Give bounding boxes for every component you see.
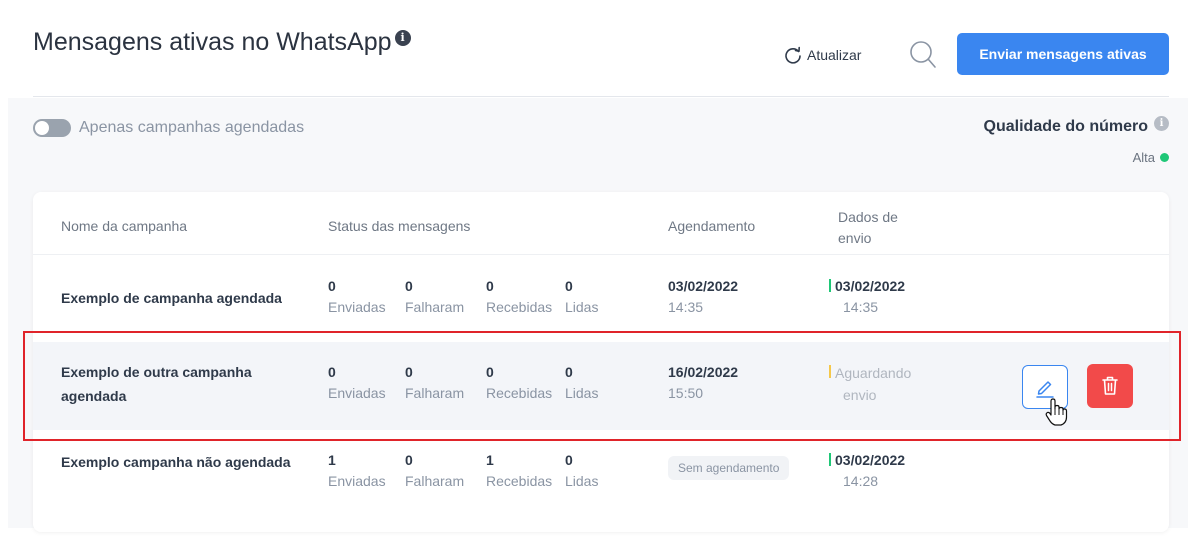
stat-read: 0 Lidas (565, 450, 598, 492)
send-data-cell: 03/02/2022 14:35 (829, 276, 905, 318)
stat-received: 0 Recebidas (486, 276, 552, 318)
send-active-messages-button[interactable]: Enviar mensagens ativas (957, 33, 1169, 75)
stat-received-label: Recebidas (486, 299, 553, 315)
table-header-divider (33, 254, 1169, 255)
search-button[interactable] (909, 40, 937, 75)
header-send-data-line1: Dados de (838, 209, 898, 225)
schedule-time: 14:35 (668, 299, 704, 315)
scheduled-only-toggle[interactable]: Apenas campanhas agendadas (33, 119, 304, 137)
header-status: Status das mensagens (328, 218, 471, 234)
page-title: Mensagens ativas no WhatsApp i (33, 28, 411, 57)
quality-info-icon[interactable]: i (1154, 115, 1169, 131)
send-date: 03/02/2022 (835, 452, 906, 468)
number-quality: Qualidade do número i (983, 115, 1169, 136)
stat-read: 0 Lidas (565, 276, 598, 318)
status-bar (829, 453, 831, 466)
stat-read-label: Lidas (565, 299, 599, 315)
status-bar (829, 279, 831, 292)
send-data-cell: 03/02/2022 14:28 (829, 450, 905, 492)
stat-received-count: 1 (486, 452, 494, 468)
no-schedule-badge: Sem agendamento (668, 456, 790, 480)
stat-sent: 0 Enviadas (328, 276, 386, 318)
hand-cursor-icon (1044, 397, 1068, 432)
stat-sent-count: 1 (328, 452, 336, 468)
page: Mensagens ativas no WhatsApp i Atualizar… (0, 0, 1193, 551)
table-row[interactable]: Exemplo campanha não agendada 1 Enviadas … (33, 440, 1169, 520)
send-time: 14:28 (843, 473, 879, 489)
stat-sent: 1 Enviadas (328, 450, 386, 492)
quality-value: Alta (1133, 150, 1169, 165)
stat-sent-label: Enviadas (328, 299, 386, 315)
stat-failed: 0 Falharam (405, 450, 464, 492)
header-send-data: Dados de envio (838, 207, 898, 249)
stat-failed-count: 0 (405, 452, 413, 468)
stat-read-count: 0 (565, 278, 573, 294)
toggle-label: Apenas campanhas agendadas (79, 119, 305, 136)
stat-failed-label: Falharam (405, 299, 465, 315)
campaign-name: Exemplo campanha não agendada (61, 454, 291, 470)
stat-failed: 0 Falharam (405, 276, 464, 318)
quality-label: Qualidade do número (983, 118, 1148, 135)
send-time: 14:35 (843, 299, 879, 315)
stat-received: 1 Recebidas (486, 450, 552, 492)
stat-failed-count: 0 (405, 278, 413, 294)
table-row[interactable]: Exemplo de campanha agendada 0 Enviadas 0… (33, 256, 1169, 340)
campaign-name: Exemplo de campanha agendada (61, 290, 282, 306)
stat-read-label: Lidas (565, 473, 599, 489)
toggle-switch[interactable] (33, 119, 71, 137)
header-divider (33, 96, 1169, 97)
header-schedule: Agendamento (668, 218, 756, 234)
stat-sent-count: 0 (328, 278, 336, 294)
quality-status-dot (1160, 153, 1169, 162)
highlight-box (23, 331, 1181, 441)
stat-received-count: 0 (486, 278, 494, 294)
schedule-date: 03/02/2022 (668, 278, 739, 294)
info-icon[interactable]: i (394, 29, 411, 46)
stat-failed-label: Falharam (405, 473, 465, 489)
refresh-icon (785, 46, 801, 64)
page-title-text: Mensagens ativas no WhatsApp (33, 28, 392, 56)
stat-received-label: Recebidas (486, 473, 553, 489)
refresh-button[interactable]: Atualizar (783, 45, 861, 65)
stat-sent-label: Enviadas (328, 473, 386, 489)
schedule-cell: 03/02/2022 14:35 (668, 276, 738, 318)
refresh-label: Atualizar (807, 47, 862, 63)
quality-value-text: Alta (1132, 150, 1155, 165)
header-name: Nome da campanha (61, 218, 188, 234)
stat-read-count: 0 (565, 452, 573, 468)
header-send-data-line2: envio (838, 230, 872, 246)
search-icon (910, 41, 936, 68)
send-date: 03/02/2022 (835, 278, 906, 294)
